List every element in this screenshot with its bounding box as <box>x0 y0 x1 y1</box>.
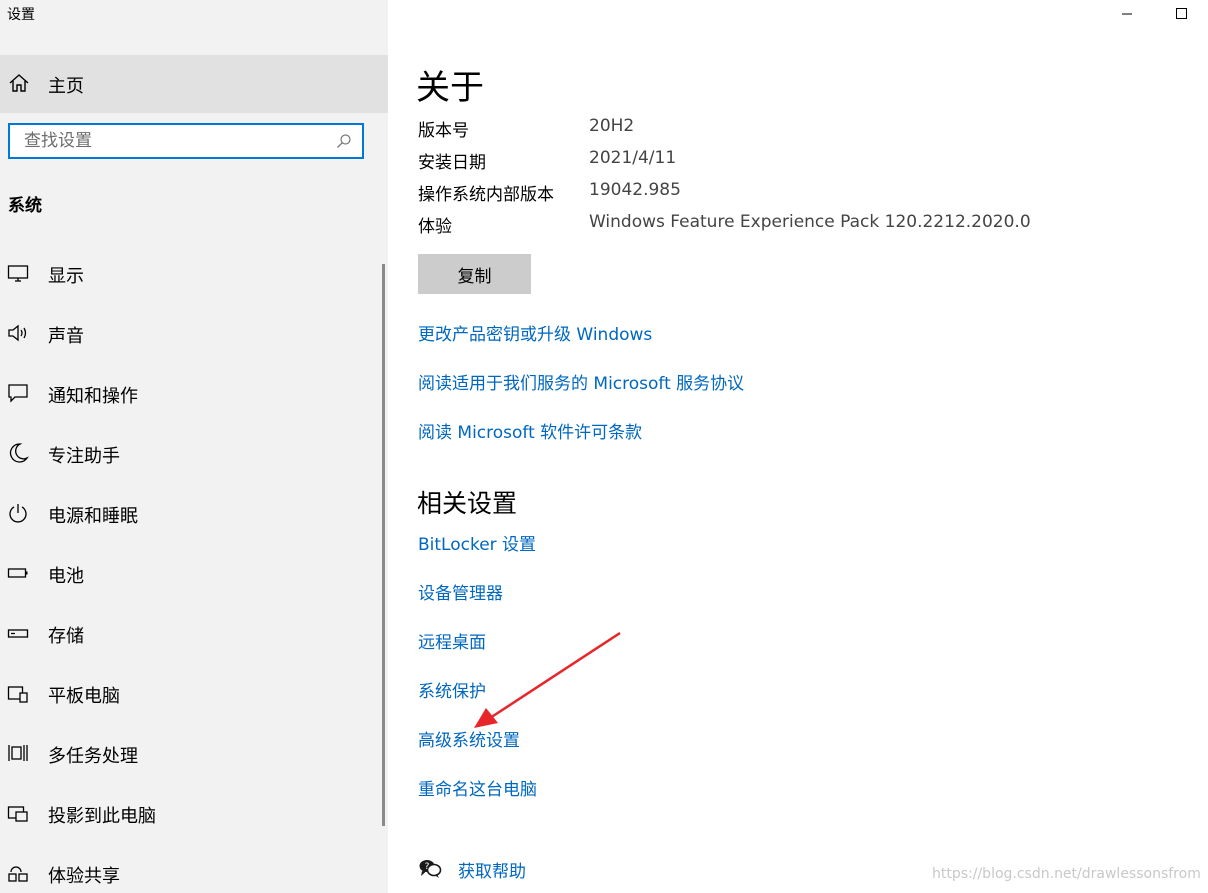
sidebar-item-label: 电源和睡眠 <box>48 506 138 527</box>
sidebar-item-power[interactable]: 电源和睡眠 <box>0 489 370 539</box>
related-settings-title: 相关设置 <box>417 489 518 518</box>
sidebar-section-title: 系统 <box>8 196 42 216</box>
info-key-os-build: 操作系统内部版本 <box>418 185 554 205</box>
notification-icon <box>8 384 28 403</box>
power-icon <box>9 504 27 523</box>
sidebar-item-label: 电池 <box>48 566 84 587</box>
sidebar-item-home[interactable]: 主页 <box>0 55 388 113</box>
sidebar-item-sound[interactable]: 声音 <box>0 309 370 359</box>
link-bitlocker-settings[interactable]: BitLocker 设置 <box>418 530 536 555</box>
sidebar-item-storage[interactable]: 存储 <box>0 609 370 659</box>
speaker-icon <box>8 324 27 342</box>
info-key-version: 版本号 <box>418 121 469 141</box>
watermark-text: https://blog.csdn.net/drawlessonsfrom <box>932 866 1201 882</box>
link-license-terms[interactable]: 阅读 Microsoft 软件许可条款 <box>418 418 642 443</box>
sidebar-item-notifications[interactable]: 通知和操作 <box>0 369 370 419</box>
annotation-arrow-icon <box>474 631 621 728</box>
sidebar-item-label: 平板电脑 <box>48 686 120 707</box>
minimize-icon[interactable] <box>1104 0 1150 28</box>
maximize-icon[interactable] <box>1158 0 1204 28</box>
battery-icon <box>7 568 28 578</box>
link-change-product-key[interactable]: 更改产品密钥或升级 Windows <box>418 320 652 345</box>
multitask-icon <box>8 745 28 761</box>
sidebar-item-battery[interactable]: 电池 <box>0 549 370 599</box>
info-key-experience: 体验 <box>418 217 452 237</box>
sidebar-scrollbar[interactable] <box>382 264 385 826</box>
link-service-agreement[interactable]: 阅读适用于我们服务的 Microsoft 服务协议 <box>418 369 744 394</box>
sidebar-item-label: 体验共享 <box>48 866 120 887</box>
sidebar-item-display[interactable]: 显示 <box>0 249 370 299</box>
sidebar-item-project[interactable]: 投影到此电脑 <box>0 789 370 839</box>
sidebar-item-label: 专注助手 <box>48 446 120 467</box>
info-value-install-date: 2021/4/11 <box>589 148 677 168</box>
info-value-version: 20H2 <box>589 116 635 136</box>
sidebar-item-tablet[interactable]: 平板电脑 <box>0 669 370 719</box>
sidebar-item-label: 通知和操作 <box>48 386 138 407</box>
sidebar-item-focus-assist[interactable]: 专注助手 <box>0 429 370 479</box>
share-icon <box>8 866 28 882</box>
link-device-manager[interactable]: 设备管理器 <box>418 579 503 604</box>
svg-text:?: ? <box>425 862 430 872</box>
window-title: 设置 <box>7 7 35 23</box>
help-chat-icon: ? <box>419 860 442 878</box>
sidebar-item-label: 显示 <box>48 266 84 287</box>
info-value-experience: Windows Feature Experience Pack 120.2212… <box>589 212 1031 232</box>
sidebar: 设置 主页 系统 显示 声音 通知和操作 <box>0 0 388 893</box>
info-value-os-build: 19042.985 <box>589 180 681 200</box>
link-rename-pc[interactable]: 重命名这台电脑 <box>418 775 537 800</box>
project-icon <box>7 806 28 822</box>
sidebar-item-label: 投影到此电脑 <box>48 806 156 827</box>
get-help-label: 获取帮助 <box>458 862 526 882</box>
storage-icon <box>7 629 29 638</box>
tablet-icon <box>7 686 28 703</box>
info-key-install-date: 安装日期 <box>418 153 486 173</box>
page-title: 关于 <box>416 68 484 108</box>
sidebar-item-label: 存储 <box>48 626 84 647</box>
search-input[interactable] <box>10 125 334 157</box>
copy-button[interactable]: 复制 <box>418 254 531 294</box>
sidebar-item-multitasking[interactable]: 多任务处理 <box>0 729 370 779</box>
home-icon <box>9 74 29 92</box>
display-icon <box>7 265 29 282</box>
moon-icon <box>9 443 29 463</box>
sidebar-item-label: 多任务处理 <box>48 746 138 767</box>
search-icon[interactable] <box>336 133 352 149</box>
sidebar-item-shared-experiences[interactable]: 体验共享 <box>0 849 370 893</box>
sidebar-item-home-label: 主页 <box>48 76 84 97</box>
sidebar-item-label: 声音 <box>48 326 84 347</box>
search-box[interactable] <box>8 123 364 159</box>
